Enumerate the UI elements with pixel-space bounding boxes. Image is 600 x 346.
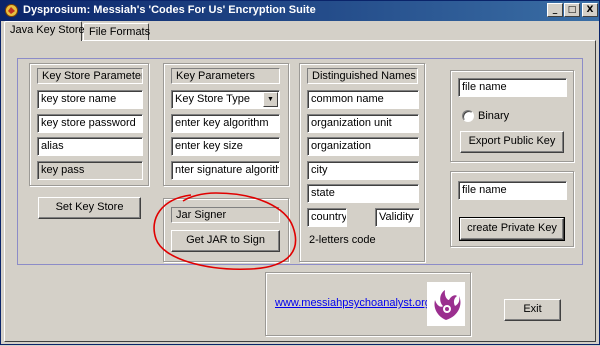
key-params-header: Key Parameters [171, 68, 280, 84]
binary-label: Binary [478, 110, 510, 122]
country-hint: 2-letters code [309, 234, 376, 246]
key-store-type-select[interactable]: Key Store Type ▼ [171, 90, 280, 109]
organization-unit-field[interactable]: organization unit [307, 114, 419, 133]
get-jar-button[interactable]: Get JAR to Sign [171, 230, 280, 252]
key-store-type-value: Key Store Type [175, 93, 251, 105]
signature-algorithm-field[interactable]: nter signature algorithm [171, 161, 280, 180]
key-size-field[interactable]: enter key size [171, 137, 280, 156]
maximize-button[interactable]: □ [564, 3, 580, 17]
keystore-password-field[interactable]: key store password [37, 114, 143, 133]
key-algorithm-field[interactable]: enter key algorithm [171, 114, 280, 133]
chevron-down-icon[interactable]: ▼ [263, 92, 278, 107]
set-key-store-button[interactable]: Set Key Store [38, 197, 141, 219]
country-field[interactable]: country [307, 208, 347, 227]
app-window: Dysprosium: Messiah's 'Codes For Us' Enc… [0, 0, 600, 345]
validity-field[interactable]: Validity [375, 208, 420, 227]
state-field[interactable]: state [307, 184, 419, 203]
private-file-name-field[interactable]: file name [458, 181, 567, 200]
exit-button[interactable]: Exit [504, 299, 561, 321]
alias-field[interactable]: alias [37, 137, 143, 156]
organization-field[interactable]: organization [307, 137, 419, 156]
app-icon [5, 4, 18, 17]
city-field[interactable]: city [307, 161, 419, 180]
key-pass-field: key pass [37, 161, 143, 180]
distinguished-names-header: Distinguished Names [307, 68, 418, 84]
jar-signer-header: Jar Signer [171, 207, 280, 223]
minimize-button[interactable]: _ [547, 3, 563, 17]
tab-java-key-store[interactable]: Java Key Store [4, 21, 85, 41]
title-bar[interactable]: Dysprosium: Messiah's 'Codes For Us' Enc… [1, 1, 599, 21]
create-private-key-button[interactable]: create Private Key [459, 217, 565, 241]
public-file-name-field[interactable]: file name [458, 78, 567, 97]
binary-radio[interactable] [462, 110, 474, 122]
keystore-name-field[interactable]: key store name [37, 90, 143, 109]
common-name-field[interactable]: common name [307, 90, 419, 109]
phoenix-logo-icon [427, 282, 465, 326]
website-link[interactable]: www.messiahpsychoanalyst.org [275, 297, 431, 309]
tab-file-formats[interactable]: File Formats [83, 23, 150, 41]
keystore-params-header: Key Store Parameters [37, 68, 143, 84]
close-button[interactable]: X [582, 3, 598, 17]
export-public-key-button[interactable]: Export Public Key [460, 131, 564, 153]
window-title: Dysprosium: Messiah's 'Codes For Us' Enc… [23, 4, 316, 16]
